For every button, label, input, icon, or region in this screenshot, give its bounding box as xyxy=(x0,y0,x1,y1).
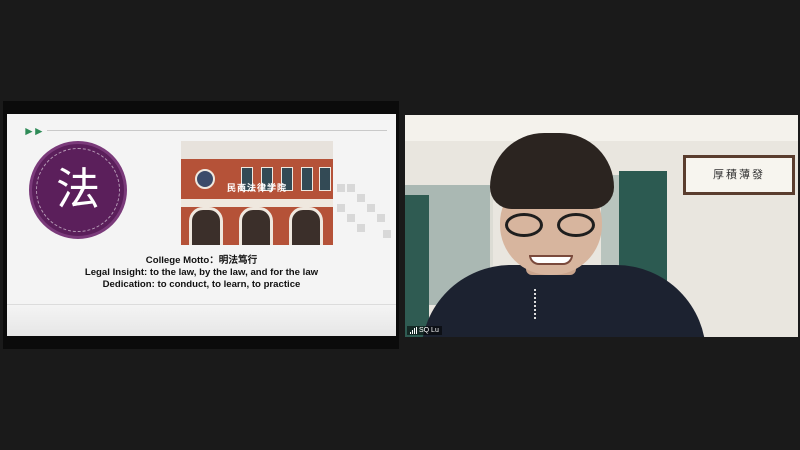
slide-header-line xyxy=(47,130,387,131)
college-motto: College Motto：明法笃行 Legal Insight: to the… xyxy=(7,255,396,291)
campus-building-photo: 民商法律学院 xyxy=(181,141,333,245)
building-sign: 民商法律学院 xyxy=(227,183,288,193)
motto-line-3: Dedication: to conduct, to learn, to pra… xyxy=(102,279,301,290)
clock-icon xyxy=(195,169,215,189)
signal-strength-icon xyxy=(410,327,417,334)
slide-floor-decoration xyxy=(7,304,396,336)
participant-name-label: SQ Lu xyxy=(407,326,442,335)
motto-line-2: Legal Insight: to the law, by the law, a… xyxy=(84,267,319,278)
motto-line-1: College Motto：明法笃行 xyxy=(145,255,258,266)
calligraphy-scroll: 厚積薄發 xyxy=(683,155,795,195)
curtain-left xyxy=(405,195,429,337)
participant-name: SQ Lu xyxy=(419,327,439,334)
presentation-slide: ►► 法 民商法律学院 College Motto：明法笃行 Legal Ins… xyxy=(7,114,396,336)
school-logo: 法 xyxy=(29,141,127,239)
shared-screen-tile[interactable]: ►► 法 民商法律学院 College Motto：明法笃行 Legal Ins… xyxy=(3,101,399,349)
participant-video-tile[interactable]: 厚積薄發 SQ Lu xyxy=(405,115,798,337)
decorative-mosaic xyxy=(337,184,393,240)
glasses xyxy=(503,213,599,239)
chevron-arrows-icon: ►► xyxy=(23,124,45,138)
